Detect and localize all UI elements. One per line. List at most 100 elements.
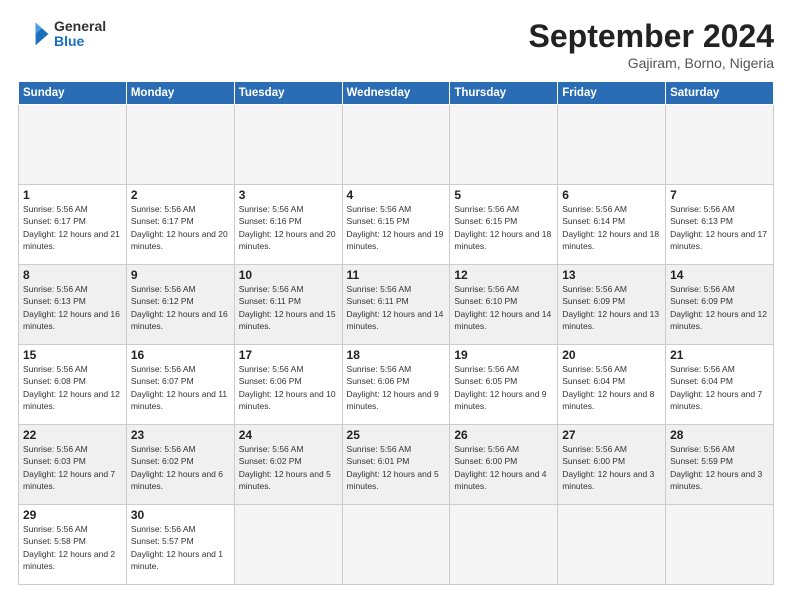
table-row: 20Sunrise: 5:56 AMSunset: 6:04 PMDayligh… [558, 345, 666, 425]
table-row: 15Sunrise: 5:56 AMSunset: 6:08 PMDayligh… [19, 345, 127, 425]
table-row: 9Sunrise: 5:56 AMSunset: 6:12 PMDaylight… [126, 265, 234, 345]
day-number: 5 [454, 188, 553, 202]
table-row: 29Sunrise: 5:56 AMSunset: 5:58 PMDayligh… [19, 505, 127, 585]
day-info: Sunrise: 5:56 AMSunset: 6:14 PMDaylight:… [562, 203, 661, 252]
table-row: 26Sunrise: 5:56 AMSunset: 6:00 PMDayligh… [450, 425, 558, 505]
day-number: 27 [562, 428, 661, 442]
table-row: 11Sunrise: 5:56 AMSunset: 6:11 PMDayligh… [342, 265, 450, 345]
page-header: General Blue September 2024 Gajiram, Bor… [18, 18, 774, 71]
day-info: Sunrise: 5:56 AMSunset: 6:12 PMDaylight:… [131, 283, 230, 332]
day-number: 22 [23, 428, 122, 442]
location-subtitle: Gajiram, Borno, Nigeria [529, 55, 774, 71]
day-info: Sunrise: 5:56 AMSunset: 6:03 PMDaylight:… [23, 443, 122, 492]
day-info: Sunrise: 5:56 AMSunset: 6:11 PMDaylight:… [239, 283, 338, 332]
table-row [450, 105, 558, 185]
table-row: 14Sunrise: 5:56 AMSunset: 6:09 PMDayligh… [666, 265, 774, 345]
day-info: Sunrise: 5:56 AMSunset: 6:04 PMDaylight:… [562, 363, 661, 412]
col-monday: Monday [126, 82, 234, 105]
table-row [342, 505, 450, 585]
day-number: 26 [454, 428, 553, 442]
table-row: 12Sunrise: 5:56 AMSunset: 6:10 PMDayligh… [450, 265, 558, 345]
day-number: 29 [23, 508, 122, 522]
table-row [342, 105, 450, 185]
calendar-week-row: 22Sunrise: 5:56 AMSunset: 6:03 PMDayligh… [19, 425, 774, 505]
table-row [666, 505, 774, 585]
day-number: 1 [23, 188, 122, 202]
title-block: September 2024 Gajiram, Borno, Nigeria [529, 18, 774, 71]
day-number: 17 [239, 348, 338, 362]
table-row: 6Sunrise: 5:56 AMSunset: 6:14 PMDaylight… [558, 185, 666, 265]
day-info: Sunrise: 5:56 AMSunset: 6:00 PMDaylight:… [562, 443, 661, 492]
day-info: Sunrise: 5:56 AMSunset: 6:02 PMDaylight:… [131, 443, 230, 492]
day-number: 24 [239, 428, 338, 442]
day-number: 25 [347, 428, 446, 442]
table-row [19, 105, 127, 185]
table-row: 2Sunrise: 5:56 AMSunset: 6:17 PMDaylight… [126, 185, 234, 265]
day-info: Sunrise: 5:56 AMSunset: 6:09 PMDaylight:… [562, 283, 661, 332]
day-info: Sunrise: 5:56 AMSunset: 6:13 PMDaylight:… [23, 283, 122, 332]
logo-text: General Blue [54, 19, 106, 50]
day-info: Sunrise: 5:56 AMSunset: 6:15 PMDaylight:… [454, 203, 553, 252]
day-number: 30 [131, 508, 230, 522]
day-info: Sunrise: 5:56 AMSunset: 6:06 PMDaylight:… [239, 363, 338, 412]
table-row: 27Sunrise: 5:56 AMSunset: 6:00 PMDayligh… [558, 425, 666, 505]
logo-icon [18, 18, 50, 50]
col-wednesday: Wednesday [342, 82, 450, 105]
day-number: 23 [131, 428, 230, 442]
table-row [558, 505, 666, 585]
table-row [126, 105, 234, 185]
day-number: 4 [347, 188, 446, 202]
table-row [234, 505, 342, 585]
table-row: 28Sunrise: 5:56 AMSunset: 5:59 PMDayligh… [666, 425, 774, 505]
table-row: 17Sunrise: 5:56 AMSunset: 6:06 PMDayligh… [234, 345, 342, 425]
table-row: 18Sunrise: 5:56 AMSunset: 6:06 PMDayligh… [342, 345, 450, 425]
day-number: 8 [23, 268, 122, 282]
table-row: 30Sunrise: 5:56 AMSunset: 5:57 PMDayligh… [126, 505, 234, 585]
day-number: 10 [239, 268, 338, 282]
calendar-week-row [19, 105, 774, 185]
calendar-page: General Blue September 2024 Gajiram, Bor… [0, 0, 792, 612]
day-number: 11 [347, 268, 446, 282]
logo-blue: Blue [54, 34, 106, 49]
table-row: 19Sunrise: 5:56 AMSunset: 6:05 PMDayligh… [450, 345, 558, 425]
day-number: 19 [454, 348, 553, 362]
calendar-week-row: 29Sunrise: 5:56 AMSunset: 5:58 PMDayligh… [19, 505, 774, 585]
calendar-week-row: 15Sunrise: 5:56 AMSunset: 6:08 PMDayligh… [19, 345, 774, 425]
day-info: Sunrise: 5:56 AMSunset: 6:05 PMDaylight:… [454, 363, 553, 412]
calendar-week-row: 1Sunrise: 5:56 AMSunset: 6:17 PMDaylight… [19, 185, 774, 265]
day-info: Sunrise: 5:56 AMSunset: 5:58 PMDaylight:… [23, 523, 122, 572]
table-row [234, 105, 342, 185]
table-row: 8Sunrise: 5:56 AMSunset: 6:13 PMDaylight… [19, 265, 127, 345]
day-number: 28 [670, 428, 769, 442]
table-row [666, 105, 774, 185]
day-info: Sunrise: 5:56 AMSunset: 6:09 PMDaylight:… [670, 283, 769, 332]
col-sunday: Sunday [19, 82, 127, 105]
day-info: Sunrise: 5:56 AMSunset: 6:00 PMDaylight:… [454, 443, 553, 492]
day-number: 12 [454, 268, 553, 282]
day-info: Sunrise: 5:56 AMSunset: 6:04 PMDaylight:… [670, 363, 769, 412]
month-title: September 2024 [529, 18, 774, 55]
table-row: 13Sunrise: 5:56 AMSunset: 6:09 PMDayligh… [558, 265, 666, 345]
day-info: Sunrise: 5:56 AMSunset: 5:59 PMDaylight:… [670, 443, 769, 492]
day-info: Sunrise: 5:56 AMSunset: 6:16 PMDaylight:… [239, 203, 338, 252]
table-row: 21Sunrise: 5:56 AMSunset: 6:04 PMDayligh… [666, 345, 774, 425]
col-tuesday: Tuesday [234, 82, 342, 105]
day-number: 7 [670, 188, 769, 202]
day-info: Sunrise: 5:56 AMSunset: 6:10 PMDaylight:… [454, 283, 553, 332]
table-row [450, 505, 558, 585]
table-row: 16Sunrise: 5:56 AMSunset: 6:07 PMDayligh… [126, 345, 234, 425]
day-number: 21 [670, 348, 769, 362]
day-number: 20 [562, 348, 661, 362]
col-friday: Friday [558, 82, 666, 105]
day-info: Sunrise: 5:56 AMSunset: 6:11 PMDaylight:… [347, 283, 446, 332]
day-number: 16 [131, 348, 230, 362]
day-info: Sunrise: 5:56 AMSunset: 6:02 PMDaylight:… [239, 443, 338, 492]
table-row: 24Sunrise: 5:56 AMSunset: 6:02 PMDayligh… [234, 425, 342, 505]
col-saturday: Saturday [666, 82, 774, 105]
table-row: 1Sunrise: 5:56 AMSunset: 6:17 PMDaylight… [19, 185, 127, 265]
table-row: 4Sunrise: 5:56 AMSunset: 6:15 PMDaylight… [342, 185, 450, 265]
table-row: 3Sunrise: 5:56 AMSunset: 6:16 PMDaylight… [234, 185, 342, 265]
logo-general: General [54, 19, 106, 34]
table-row: 25Sunrise: 5:56 AMSunset: 6:01 PMDayligh… [342, 425, 450, 505]
table-row: 23Sunrise: 5:56 AMSunset: 6:02 PMDayligh… [126, 425, 234, 505]
